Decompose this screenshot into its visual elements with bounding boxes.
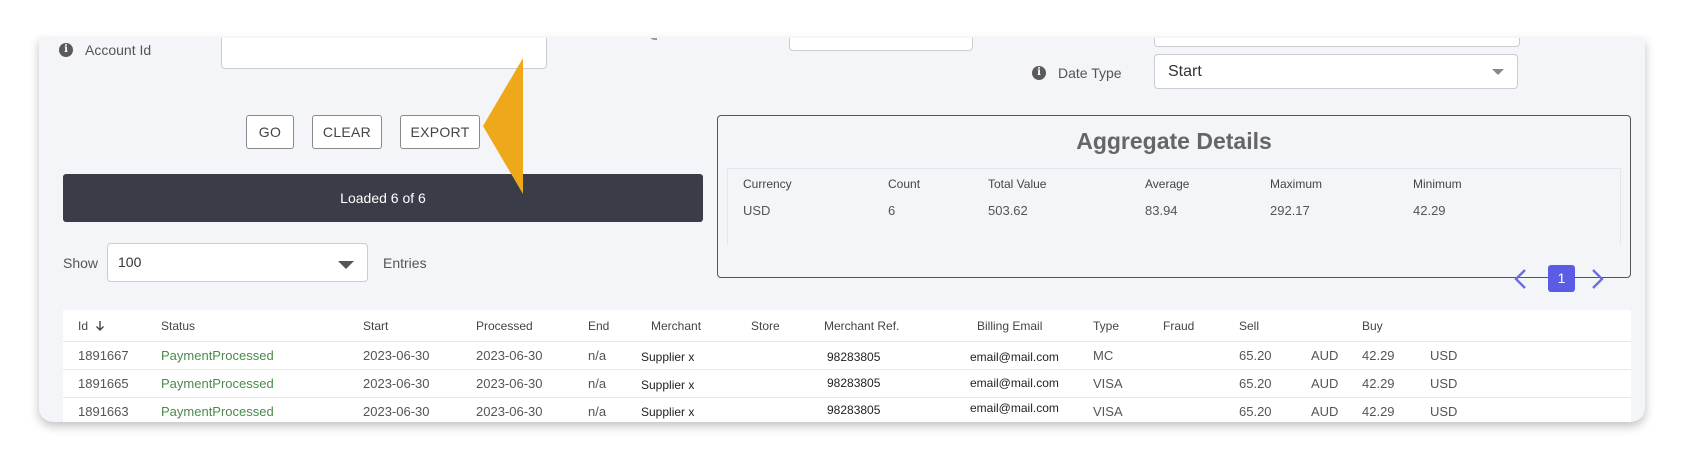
aggregate-value: 42.29 — [1413, 203, 1446, 218]
aggregate-header: Maximum — [1270, 177, 1323, 191]
page-size-value: 100 — [118, 254, 142, 270]
column-header-fraud[interactable]: Fraud — [1163, 319, 1194, 333]
column-header-status[interactable]: Status — [161, 319, 195, 333]
cell-sell-currency: AUD — [1311, 404, 1339, 419]
chevron-down-icon — [338, 261, 354, 269]
column-header-sell[interactable]: Sell — [1239, 319, 1259, 333]
cell-buy: 42.29 — [1362, 348, 1395, 363]
column-header-merchant[interactable]: Merchant — [651, 319, 701, 333]
cell-sell: 65.20 — [1239, 404, 1272, 419]
clear-button[interactable]: CLEAR — [312, 115, 382, 149]
cell-end: n/a — [588, 404, 607, 419]
account-id-label: Account Id — [85, 42, 152, 58]
table-row[interactable]: 1891663 PaymentProcessed 2023-06-30 2023… — [63, 397, 1631, 422]
cell-id: 1891663 — [78, 404, 129, 419]
aggregate-value: 6 — [888, 203, 896, 218]
transactions-table: Id Status Start Processed End Merchant S… — [63, 310, 1631, 422]
filter-select[interactable] — [1154, 38, 1520, 47]
cell-status: PaymentProcessed — [161, 404, 274, 419]
cell-buy-currency: USD — [1430, 404, 1458, 419]
arrow-down-icon[interactable] — [95, 320, 105, 332]
filter-input[interactable] — [789, 38, 973, 51]
cell-id: 1891667 — [78, 348, 129, 363]
cell-buy: 42.29 — [1362, 376, 1395, 391]
cell-start: 2023-06-30 — [363, 376, 430, 391]
aggregate-header: Average — [1145, 177, 1190, 191]
cell-buy-currency: USD — [1430, 376, 1458, 391]
cell-billing-email: email@mail.com — [970, 401, 1059, 415]
cell-merchant: Supplier x — [641, 378, 695, 392]
cell-sell: 65.20 — [1239, 348, 1272, 363]
page-size-select[interactable]: 100 — [107, 243, 368, 282]
table-row[interactable]: 1891667 PaymentProcessed 2023-06-30 2023… — [63, 341, 1631, 370]
aggregate-value: USD — [743, 203, 771, 218]
cell-start: 2023-06-30 — [363, 348, 430, 363]
transactions-panel: i Account Id i Date Type Start GO CLEAR … — [39, 38, 1645, 422]
cell-end: n/a — [588, 348, 607, 363]
aggregate-header: Count — [888, 177, 921, 191]
column-header-store[interactable]: Store — [751, 319, 780, 333]
cell-processed: 2023-06-30 — [476, 348, 543, 363]
date-type-select[interactable]: Start — [1154, 54, 1518, 89]
cell-billing-email: email@mail.com — [970, 376, 1059, 390]
cell-merchant-ref: 98283805 — [827, 403, 881, 417]
go-button[interactable]: GO — [246, 115, 294, 149]
aggregate-table: Currency Count Total Value Average Maxim… — [727, 168, 1621, 245]
date-type-label: Date Type — [1058, 65, 1122, 81]
aggregate-header: Currency — [743, 177, 792, 191]
cell-processed: 2023-06-30 — [476, 404, 543, 419]
aggregate-header: Minimum — [1413, 177, 1462, 191]
info-icon: i — [1032, 66, 1046, 80]
page-button-1[interactable]: 1 — [1548, 265, 1575, 292]
cell-id: 1891665 — [78, 376, 129, 391]
cell-merchant-ref: 98283805 — [827, 376, 881, 390]
cell-merchant: Supplier x — [641, 350, 695, 364]
export-button[interactable]: EXPORT — [400, 115, 480, 149]
cell-type: VISA — [1093, 404, 1123, 419]
column-header-type[interactable]: Type — [1093, 319, 1119, 333]
loaded-status-bar: Loaded 6 of 6 — [63, 174, 703, 222]
aggregate-value: 292.17 — [1270, 203, 1310, 218]
column-header-merchant-ref[interactable]: Merchant Ref. — [824, 319, 899, 333]
cell-sell: 65.20 — [1239, 376, 1272, 391]
cell-type: MC — [1093, 348, 1114, 363]
label-fragment — [649, 38, 657, 40]
cell-start: 2023-06-30 — [363, 404, 430, 419]
aggregate-value: 83.94 — [1145, 203, 1178, 218]
callout-arrow-icon — [483, 58, 523, 194]
cell-billing-email: email@mail.com — [970, 350, 1059, 364]
info-icon: i — [59, 43, 73, 57]
cell-merchant-ref: 98283805 — [827, 350, 881, 364]
column-header-id[interactable]: Id — [78, 319, 88, 333]
cell-sell-currency: AUD — [1311, 348, 1339, 363]
cell-end: n/a — [588, 376, 607, 391]
column-header-buy[interactable]: Buy — [1362, 319, 1383, 333]
cell-buy-currency: USD — [1430, 348, 1458, 363]
column-header-billing-email[interactable]: Billing Email — [977, 319, 1042, 333]
column-header-processed[interactable]: Processed — [476, 319, 533, 333]
cell-processed: 2023-06-30 — [476, 376, 543, 391]
aggregate-title: Aggregate Details — [1076, 128, 1272, 154]
column-header-end[interactable]: End — [588, 319, 609, 333]
cell-merchant: Supplier x — [641, 405, 695, 419]
table-row[interactable]: 1891665 PaymentProcessed 2023-06-30 2023… — [63, 369, 1631, 398]
cell-sell-currency: AUD — [1311, 376, 1339, 391]
chevron-right-icon[interactable] — [1591, 268, 1605, 290]
aggregate-header: Total Value — [988, 177, 1047, 191]
cell-type: VISA — [1093, 376, 1123, 391]
aggregate-value: 503.62 — [988, 203, 1028, 218]
chevron-left-icon[interactable] — [1513, 268, 1527, 290]
date-type-value: Start — [1168, 63, 1202, 80]
column-header-start[interactable]: Start — [363, 319, 388, 333]
entries-label: Entries — [383, 255, 427, 271]
cell-status: PaymentProcessed — [161, 376, 274, 391]
cell-buy: 42.29 — [1362, 404, 1395, 419]
show-label: Show — [63, 255, 99, 271]
aggregate-details-panel: Aggregate Details Currency Count Total V… — [717, 115, 1631, 278]
chevron-down-icon — [1492, 69, 1504, 75]
cell-status: PaymentProcessed — [161, 348, 274, 363]
